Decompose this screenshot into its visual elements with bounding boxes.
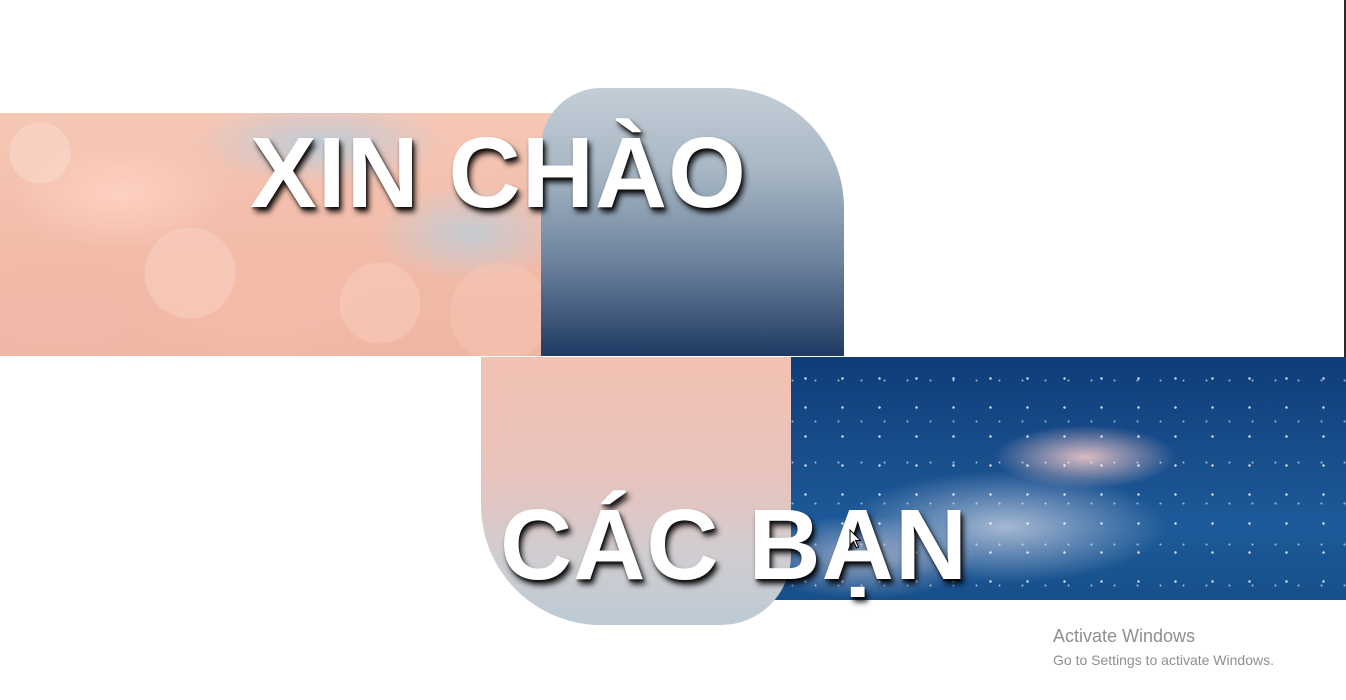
- watermark-subtitle: Go to Settings to activate Windows.: [1053, 652, 1274, 668]
- heading-top-text: XIN CHÀO: [250, 117, 747, 229]
- heading-bottom-text: CÁC BẠN: [500, 489, 969, 601]
- watermark-title: Activate Windows: [1053, 626, 1196, 646]
- mouse-pointer-icon: [849, 529, 862, 549]
- activate-windows-watermark: Activate Windows Go to Settings to activ…: [1053, 625, 1274, 670]
